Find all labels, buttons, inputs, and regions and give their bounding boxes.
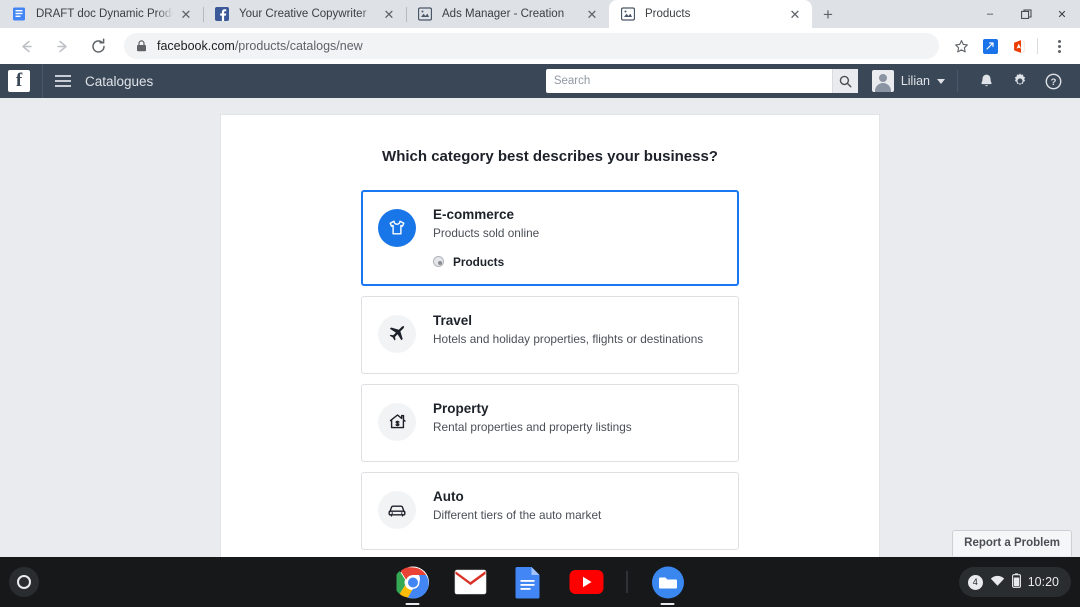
toolbar-divider (1037, 38, 1038, 54)
google-docs-icon (11, 6, 27, 22)
option-description: Hotels and holiday properties, flights o… (433, 331, 704, 346)
header-divider (957, 70, 958, 92)
category-option-travel[interactable]: Travel Hotels and holiday properties, fl… (361, 295, 739, 374)
browser-tab-3[interactable]: Products ✕ (609, 0, 812, 28)
header-divider (42, 64, 43, 98)
car-icon (378, 490, 416, 529)
category-option-ecommerce[interactable]: E-commerce Products sold online Products (361, 190, 739, 286)
extension-icon[interactable] (977, 33, 1003, 59)
hamburger-menu-icon[interactable] (55, 75, 71, 87)
maximize-button[interactable] (1008, 0, 1044, 28)
tab-close-icon[interactable]: ✕ (177, 5, 195, 23)
category-options-list: E-commerce Products sold online Products… (221, 190, 879, 550)
report-a-problem-button[interactable]: Report a Problem (952, 530, 1072, 556)
facebook-business-icon (417, 6, 433, 22)
catalog-creation-panel: Which category best describes your busin… (220, 114, 880, 557)
option-title: Travel (433, 312, 473, 328)
option-body: Auto Different tiers of the auto market (433, 489, 724, 522)
bookmark-star-icon[interactable] (948, 33, 974, 59)
toolbar-actions (945, 33, 1072, 59)
files-app-icon[interactable] (650, 564, 686, 600)
facebook-business-icon (620, 6, 636, 22)
lock-icon (136, 40, 147, 52)
search-box[interactable] (545, 69, 858, 93)
category-option-auto[interactable]: Auto Different tiers of the auto market (361, 471, 739, 550)
browser-toolbar: facebook.com /products/catalogs/new (0, 28, 1080, 64)
facebook-icon (214, 6, 230, 22)
account-name: Lilian (900, 74, 930, 88)
account-menu[interactable]: Lilian (871, 70, 945, 92)
option-description: Rental properties and property listings (433, 419, 632, 434)
tab-close-icon[interactable]: ✕ (583, 5, 601, 23)
back-icon[interactable] (12, 32, 40, 60)
avatar (871, 70, 894, 92)
option-body: Travel Hotels and holiday properties, fl… (433, 313, 724, 346)
browser-tab-title: Ads Manager - Creation (442, 8, 565, 20)
tab-close-icon[interactable]: ✕ (786, 5, 804, 23)
header-actions: Lilian ? (545, 64, 1080, 98)
house-dollar-icon (378, 402, 416, 441)
chromeos-shelf: 4 10:20 (0, 557, 1080, 607)
office-icon[interactable] (1006, 33, 1032, 59)
clock-time: 10:20 (1027, 575, 1059, 589)
airplane-icon (378, 314, 416, 353)
suboption-label: Products (453, 254, 505, 269)
option-description: Products sold online (433, 225, 540, 240)
help-question-icon[interactable]: ? (1045, 73, 1062, 90)
system-tray[interactable]: 4 10:20 (958, 567, 1071, 597)
battery-icon (1011, 573, 1021, 591)
launcher-icon[interactable] (9, 567, 39, 597)
tshirt-icon (378, 209, 416, 247)
page-title: Catalogues (85, 73, 154, 89)
minimize-button[interactable]: – (972, 0, 1008, 28)
option-title: E-commerce (433, 207, 515, 222)
facebook-header: f Catalogues Lilian ? (0, 64, 1080, 98)
svg-text:?: ? (1051, 77, 1057, 88)
shelf-app-list (395, 564, 686, 600)
wifi-icon (990, 575, 1005, 590)
option-body: E-commerce Products sold online Products (433, 207, 724, 269)
forward-icon[interactable] (48, 32, 76, 60)
option-title: Property (433, 400, 489, 416)
gmail-app-icon[interactable] (453, 564, 489, 600)
option-body: Property Rental properties and property … (433, 401, 724, 434)
url-path: /products/catalogs/new (234, 39, 363, 53)
youtube-app-icon[interactable] (569, 564, 605, 600)
chrome-menu-icon[interactable] (1046, 33, 1072, 59)
window-controls: – ✕ (972, 0, 1080, 28)
settings-gear-icon[interactable] (1011, 72, 1029, 90)
browser-tab-strip: DRAFT doc Dynamic Product Ads ✕ Your Cre… (0, 0, 1080, 28)
option-title: Auto (433, 488, 464, 504)
chrome-app-icon[interactable] (395, 564, 431, 600)
browser-tab-2[interactable]: Ads Manager - Creation ✕ (406, 0, 609, 28)
new-tab-button[interactable]: + (814, 0, 842, 28)
suboption-products[interactable]: Products (433, 255, 724, 269)
url-host: facebook.com (157, 39, 235, 53)
address-bar[interactable]: facebook.com /products/catalogs/new (124, 33, 939, 59)
radio-button[interactable] (433, 256, 444, 268)
browser-tab-0[interactable]: DRAFT doc Dynamic Product Ads ✕ (0, 0, 203, 28)
option-description: Different tiers of the auto market (433, 507, 602, 522)
browser-tab-title: Products (645, 8, 691, 20)
close-window-button[interactable]: ✕ (1044, 0, 1080, 28)
search-input[interactable] (545, 69, 832, 93)
facebook-logo-icon[interactable]: f (8, 70, 30, 92)
chevron-down-icon (937, 78, 945, 84)
tab-close-icon[interactable]: ✕ (380, 5, 398, 23)
reload-icon[interactable] (84, 32, 112, 60)
browser-tab-1[interactable]: Your Creative Copywriter ✕ (203, 0, 406, 28)
panel-heading: Which category best describes your busin… (382, 148, 718, 165)
search-icon[interactable] (831, 69, 858, 93)
google-docs-app-icon[interactable] (511, 564, 547, 600)
shelf-divider (626, 571, 628, 593)
browser-tab-title: DRAFT doc Dynamic Product Ads (36, 8, 173, 20)
notifications-bell-icon[interactable] (978, 73, 995, 90)
browser-tab-title: Your Creative Copywriter (239, 8, 367, 20)
category-option-property[interactable]: Property Rental properties and property … (361, 383, 739, 462)
notification-count-badge: 4 (967, 574, 983, 590)
